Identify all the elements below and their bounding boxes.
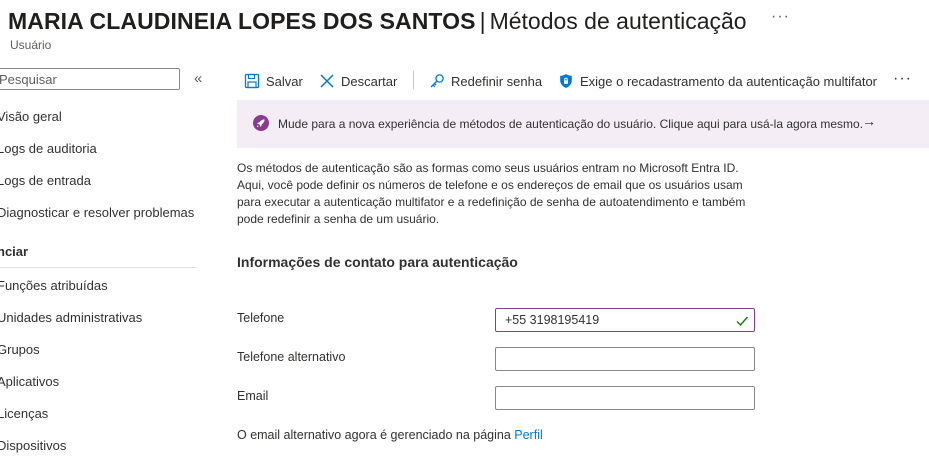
page-name: Métodos de autenticação [489,8,747,34]
sidebar-item-audit-logs[interactable]: Logs de auditoria [0,141,97,156]
toolbar-divider [413,71,414,89]
phone-input[interactable] [495,308,755,332]
description-text: Os métodos de autenticação são as formas… [237,161,746,226]
sidebar-item-overview[interactable]: Visão geral [0,109,62,124]
check-icon [735,314,749,328]
user-name: MARIA CLAUDINEIA LOPES DOS SANTOS [8,8,476,34]
section-title: Informações de contato para autenticação [237,254,518,270]
save-label: Salvar [266,73,303,89]
discard-button[interactable]: Descartar [319,71,397,91]
reset-password-label: Redefinir senha [451,73,543,89]
sidebar-section-manage: nciar [0,244,29,259]
close-icon [319,73,335,89]
phone-label: Telefone [237,311,285,325]
more-options-icon[interactable]: ··· [771,8,790,26]
sidebar-item-assigned-roles[interactable]: Funções atribuídas [0,278,108,293]
alt-email-note-text: O email alternativo agora é gerenciado n… [237,428,515,442]
require-mfa-reregistration-button[interactable]: Exige o recadastramento da autenticação … [558,71,877,91]
page-subtitle: Usuário [10,38,52,52]
collapse-sidebar-icon[interactable]: « [194,70,202,87]
discard-label: Descartar [341,73,398,89]
banner-message[interactable]: Mude para a nova experiência de métodos … [278,117,863,131]
alt-phone-input[interactable] [495,347,755,371]
sidebar-item-licenses[interactable]: Licenças [0,406,48,421]
email-input[interactable] [495,386,755,410]
page-title: MARIA CLAUDINEIA LOPES DOS SANTOS | Método… [8,6,747,36]
sidebar-item-admin-units[interactable]: Unidades administrativas [0,310,142,325]
title-separator: | [479,8,486,34]
require-mfa-label: Exige o recadastramento da autenticação … [580,73,878,89]
email-label: Email [237,389,269,403]
sidebar-item-devices[interactable]: Dispositivos [0,438,66,453]
rocket-icon [253,115,269,131]
search-input[interactable] [0,68,180,90]
alt-email-note: O email alternativo agora é gerenciado n… [237,428,543,442]
shield-lock-icon [558,73,574,89]
sidebar-item-applications[interactable]: Aplicativos [0,374,59,389]
save-button[interactable]: Salvar [244,71,303,91]
sidebar-item-sign-in-logs[interactable]: Logs de entrada [0,173,91,188]
profile-link[interactable]: Perfil [514,428,542,442]
sidebar-item-groups[interactable]: Grupos [0,342,40,357]
more-options-icon[interactable]: ··· [893,70,912,88]
sidebar-item-diagnose[interactable]: Diagnosticar e resolver problemas [0,205,194,220]
alt-phone-label: Telefone alternativo [237,350,346,364]
reset-password-button[interactable]: Redefinir senha [429,71,542,91]
key-icon [429,73,445,89]
save-icon [244,73,260,89]
sidebar-divider [0,267,197,268]
arrow-right-icon[interactable]: → [862,113,876,129]
